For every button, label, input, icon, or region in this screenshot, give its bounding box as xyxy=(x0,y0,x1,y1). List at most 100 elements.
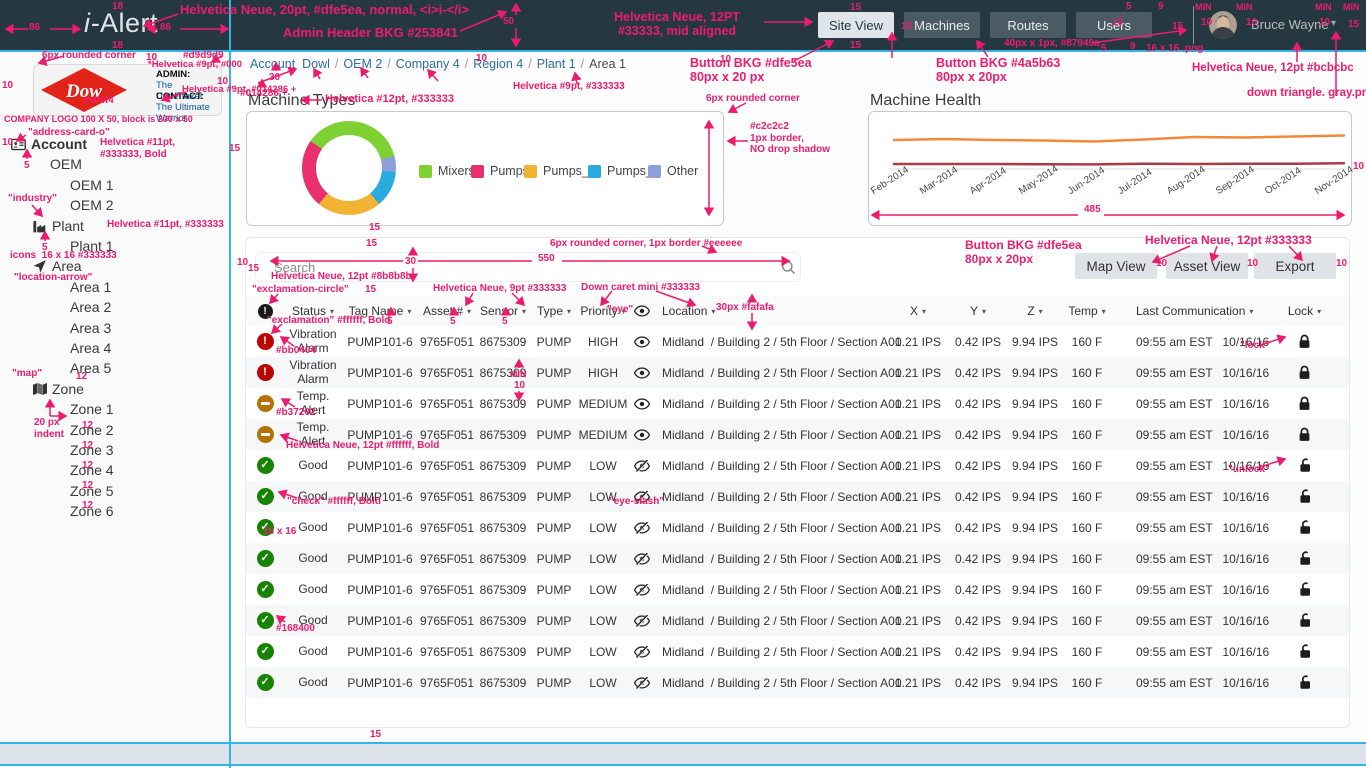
machine-health-line-chart[interactable] xyxy=(869,112,1349,223)
breadcrumb-item-plant-1[interactable]: Plant 1 xyxy=(537,57,576,71)
eye-slash-icon[interactable] xyxy=(628,522,656,534)
eye-icon[interactable] xyxy=(628,367,656,379)
eye-slash-icon[interactable] xyxy=(628,553,656,565)
breadcrumb-item-account-dowl[interactable]: Account Dowl xyxy=(250,57,330,71)
legend-item-pumps[interactable]: Pumps xyxy=(471,164,529,178)
breadcrumb-item-company-4[interactable]: Company 4 xyxy=(396,57,460,71)
export-button[interactable]: Export xyxy=(1254,253,1336,279)
column-header-temp[interactable]: Temp▾ xyxy=(1064,304,1110,318)
locked-icon[interactable] xyxy=(1260,427,1349,442)
sidebar-item-zone-5[interactable]: Zone 5 xyxy=(70,483,114,499)
sidebar-item-area-3[interactable]: Area 3 xyxy=(70,320,111,336)
sidebar-item-oem-2[interactable]: OEM 2 xyxy=(70,197,114,213)
table-row[interactable]: Temp.AlertPUMP101-69765F0518675309PUMPME… xyxy=(246,388,1349,419)
eye-slash-icon[interactable] xyxy=(628,491,656,503)
table-row[interactable]: ✓GoodPUMP101-69765F0518675309PUMPLOWMidl… xyxy=(246,450,1349,481)
column-header-lock[interactable]: Lock▾ xyxy=(1260,304,1349,318)
sidebar-item-zone-4[interactable]: Zone 4 xyxy=(70,462,114,478)
breadcrumb-item-oem-2[interactable]: OEM 2 xyxy=(343,57,382,71)
sidebar-item-zone-2[interactable]: Zone 2 xyxy=(70,422,114,438)
nav-tab-site-view[interactable]: Site View xyxy=(818,12,894,38)
unlocked-icon[interactable] xyxy=(1260,489,1349,504)
eye-slash-icon[interactable] xyxy=(628,584,656,596)
nav-tab-routes[interactable]: Routes xyxy=(990,12,1066,38)
search-icon[interactable] xyxy=(781,260,796,280)
eye-slash-icon[interactable] xyxy=(628,677,656,689)
table-row[interactable]: ✓GoodPUMP101-69765F0518675309PUMPLOWMidl… xyxy=(246,667,1349,698)
table-row[interactable]: !VibrationAlarmPUMP101-69765F0518675309P… xyxy=(246,326,1349,357)
unlocked-icon[interactable] xyxy=(1260,458,1349,473)
column-header-y[interactable]: Y▾ xyxy=(950,304,1006,318)
table-row[interactable]: !VibrationAlarmPUMP101-69765F0518675309P… xyxy=(246,357,1349,388)
user-menu-caret-icon[interactable]: ▾ xyxy=(1331,18,1336,29)
sidebar-item-zone-1[interactable]: Zone 1 xyxy=(70,401,114,417)
asset-view-button[interactable]: Asset View xyxy=(1166,253,1248,279)
unlocked-icon[interactable] xyxy=(1260,551,1349,566)
sidebar-item-area-1[interactable]: Area 1 xyxy=(70,279,111,295)
locked-icon[interactable] xyxy=(1260,365,1349,380)
eye-icon[interactable] xyxy=(628,429,656,441)
sidebar-item-zone-3[interactable]: Zone 3 xyxy=(70,442,114,458)
user-avatar[interactable] xyxy=(1209,11,1237,39)
sidebar-item-zone[interactable]: Zone xyxy=(52,381,84,397)
nav-tab-machines[interactable]: Machines xyxy=(904,12,980,38)
sidebar-item-area-2[interactable]: Area 2 xyxy=(70,299,111,315)
search-input[interactable] xyxy=(255,252,801,282)
eye-icon[interactable] xyxy=(628,336,656,348)
sidebar-item-area[interactable]: Area xyxy=(52,258,82,274)
redline-note: Helvetica #9pt, #333333 xyxy=(513,81,625,93)
table-row[interactable]: Temp.AlertPUMP101-69765F0518675309PUMPME… xyxy=(246,419,1349,450)
table-row[interactable]: ✓GoodPUMP101-69765F0518675309PUMPLOWMidl… xyxy=(246,481,1349,512)
table-row[interactable]: ✓GoodPUMP101-69765F0518675309PUMPLOWMidl… xyxy=(246,605,1349,636)
eye-slash-icon[interactable] xyxy=(628,646,656,658)
sidebar-item-area-5[interactable]: Area 5 xyxy=(70,360,111,376)
column-header-sensor[interactable]: Sensor▾ xyxy=(476,304,530,318)
legend-item-mixers[interactable]: Mixers xyxy=(419,164,475,178)
unlocked-icon[interactable] xyxy=(1260,675,1349,690)
nav-tab-users[interactable]: Users xyxy=(1076,12,1152,38)
locked-icon[interactable] xyxy=(1260,396,1349,411)
sidebar-item-plant[interactable]: Plant xyxy=(52,218,84,234)
table-row[interactable]: ✓GoodPUMP101-69765F0518675309PUMPLOWMidl… xyxy=(246,512,1349,543)
unlocked-icon[interactable] xyxy=(1260,644,1349,659)
column-header-priority[interactable]: Priority▾ xyxy=(578,304,628,318)
sidebar-item-plant-1[interactable]: Plant 1 xyxy=(70,238,114,254)
user-name[interactable]: Bruce Wayne xyxy=(1251,17,1329,32)
column-header-location[interactable]: Location▾ xyxy=(656,304,886,318)
column-header-asset[interactable]: Asset #▾ xyxy=(418,304,476,318)
breadcrumb-item-region-4[interactable]: Region 4 xyxy=(473,57,523,71)
legend-item-other[interactable]: Other xyxy=(648,164,698,178)
legend-item-pumps-2[interactable]: Pumps_2 xyxy=(524,164,596,178)
column-header-type[interactable]: Type▾ xyxy=(530,304,578,318)
sidebar-item-oem-1[interactable]: OEM 1 xyxy=(70,177,114,193)
column-header-z[interactable]: Z▾ xyxy=(1006,304,1064,318)
eye-slash-icon[interactable] xyxy=(628,615,656,627)
x-value-cell: 0.21 IPS xyxy=(886,335,950,349)
machine-types-donut-chart[interactable] xyxy=(302,121,396,215)
z-value-cell: 9.94 IPS xyxy=(1006,366,1064,380)
eye-icon[interactable] xyxy=(628,305,656,317)
sidebar-item-area-4[interactable]: Area 4 xyxy=(70,340,111,356)
last-communication-cell: 09:55 am EST 10/16/16 xyxy=(1110,645,1260,659)
sidebar-item-zone-6[interactable]: Zone 6 xyxy=(70,503,114,519)
locked-icon[interactable] xyxy=(1260,334,1349,349)
sidebar-item-oem[interactable]: OEM xyxy=(50,156,82,172)
column-header-status[interactable]: Status▾ xyxy=(284,304,342,318)
exclamation-circle-icon[interactable]: ! xyxy=(246,304,284,319)
table-row[interactable]: ✓GoodPUMP101-69765F0518675309PUMPLOWMidl… xyxy=(246,636,1349,667)
contact-name[interactable]: The Ultimate Warrior xyxy=(156,102,221,124)
machine-health-card: Feb-2014Mar-2014Apr-2014May-2014Jun-2014… xyxy=(868,111,1352,226)
sidebar-item-account[interactable]: Account xyxy=(31,136,87,152)
table-row[interactable]: ✓GoodPUMP101-69765F0518675309PUMPLOWMidl… xyxy=(246,543,1349,574)
column-header-x[interactable]: X▾ xyxy=(886,304,950,318)
column-header-tag-name[interactable]: Tag Name▾ xyxy=(342,304,418,318)
column-header-last-communication[interactable]: Last Communication▾ xyxy=(1110,304,1260,318)
map-view-button[interactable]: Map View xyxy=(1075,253,1157,279)
eye-icon[interactable] xyxy=(628,398,656,410)
table-row[interactable]: ✓GoodPUMP101-69765F0518675309PUMPLOWMidl… xyxy=(246,574,1349,605)
eye-slash-icon[interactable] xyxy=(628,460,656,472)
app-logo[interactable]: i-Alert xyxy=(84,8,158,39)
unlocked-icon[interactable] xyxy=(1260,613,1349,628)
unlocked-icon[interactable] xyxy=(1260,582,1349,597)
unlocked-icon[interactable] xyxy=(1260,520,1349,535)
